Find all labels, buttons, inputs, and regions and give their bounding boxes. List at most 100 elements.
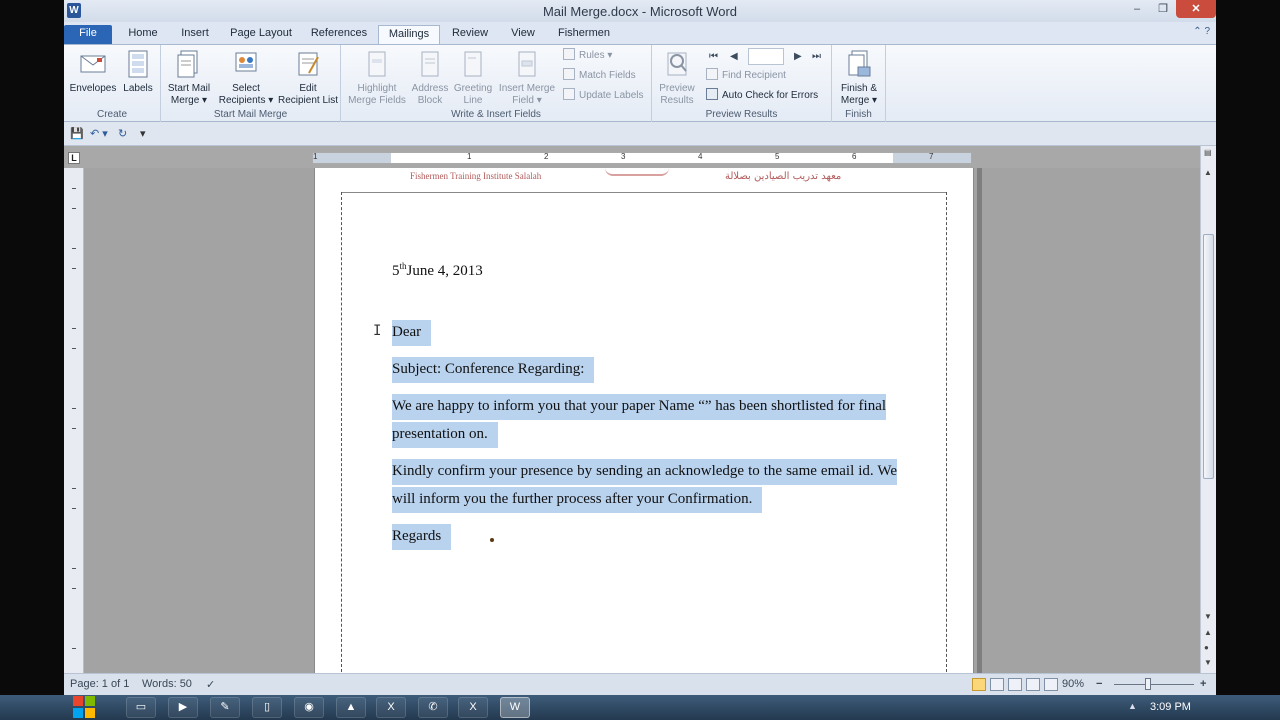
rules-button[interactable]: Rules ▾ (563, 47, 612, 65)
paragraph-dear[interactable]: Dear (392, 318, 432, 346)
group-write-insert-fields-label: Write & Insert Fields (451, 109, 541, 120)
excel-2-taskbar-icon[interactable]: X (458, 697, 488, 718)
vlc-taskbar-icon[interactable]: ▲ (336, 697, 366, 718)
minimize-button[interactable]: – (1124, 0, 1150, 18)
tab-home[interactable]: Home (120, 25, 166, 44)
excel-taskbar-icon[interactable]: X (376, 697, 406, 718)
document-page[interactable]: Fishermen Training Institute Salalah معه… (314, 168, 974, 673)
tab-mailings[interactable]: Mailings (378, 25, 440, 44)
finish-merge-button[interactable]: Finish & Merge ▾ (834, 49, 884, 107)
viber-taskbar-icon[interactable]: ✆ (418, 697, 448, 718)
tray-icons[interactable]: ▲ (1128, 701, 1137, 711)
match-fields-button[interactable]: Match Fields (563, 67, 636, 85)
group-start-mail-merge-label: Start Mail Merge (213, 109, 288, 120)
tab-page-layout[interactable]: Page Layout (224, 25, 298, 44)
previous-page-icon[interactable]: ▲ (1204, 628, 1212, 637)
paragraph-kindly[interactable]: Kindly confirm your presence by sending … (392, 457, 897, 513)
letter-date[interactable]: 5thJune 4, 2013 (392, 252, 483, 285)
tab-fishermen[interactable]: Fishermen (552, 25, 616, 44)
edit-recipient-list-icon (298, 52, 319, 76)
address-block-button[interactable]: Address Block (409, 49, 451, 107)
print-layout-view-icon[interactable] (972, 678, 986, 691)
scroll-thumb[interactable] (1203, 234, 1214, 479)
paragraph-subject[interactable]: Subject: Conference Regarding: (392, 355, 595, 383)
insert-merge-field-icon (518, 51, 536, 77)
finish-merge-line1: Finish & (840, 83, 878, 94)
zoom-slider-thumb[interactable] (1145, 678, 1151, 690)
save-icon[interactable]: 💾 (70, 127, 84, 140)
envelopes-button[interactable]: Envelopes (68, 49, 118, 95)
tab-file[interactable]: File (64, 25, 112, 44)
browse-object-icon[interactable]: ● (1204, 643, 1209, 652)
update-labels-button[interactable]: Update Labels (563, 87, 644, 105)
tab-review[interactable]: Review (446, 25, 494, 44)
ruler-tick (72, 408, 76, 409)
auto-check-errors-button[interactable]: Auto Check for Errors (706, 87, 818, 105)
horizontal-ruler[interactable]: 1 1 2 3 4 5 6 7 (312, 152, 972, 164)
record-number-input[interactable] (748, 48, 784, 65)
customize-qat-icon[interactable]: ▾ (140, 127, 146, 140)
tab-view[interactable]: View (500, 25, 546, 44)
first-record-icon[interactable]: ⏮ (709, 51, 718, 62)
edit-recipient-list-button[interactable]: Edit Recipient List (275, 49, 341, 107)
undo-icon[interactable]: ↶ ▾ (90, 127, 108, 140)
start-mail-merge-button[interactable]: Start Mail Merge ▾ (163, 49, 215, 107)
outline-view-icon[interactable] (1026, 678, 1040, 691)
zoom-slider-track[interactable] (1114, 684, 1194, 685)
taskbar-clock[interactable]: 3:09 PM (1150, 701, 1191, 713)
maximize-button[interactable]: ❐ (1150, 0, 1176, 18)
last-record-icon[interactable]: ⏭ (812, 51, 821, 62)
vertical-scrollbar[interactable]: ▤ ▲ ▼ ▲ ● ▼ (1200, 146, 1216, 673)
notepad-taskbar-icon[interactable]: ▯ (252, 697, 282, 718)
web-layout-view-icon[interactable] (1008, 678, 1022, 691)
tab-selector[interactable]: L (68, 152, 80, 164)
start-button[interactable] (70, 694, 106, 720)
scroll-up-icon[interactable]: ▲ (1204, 168, 1212, 177)
next-page-icon[interactable]: ▼ (1204, 658, 1212, 667)
full-screen-reading-view-icon[interactable] (990, 678, 1004, 691)
paragraph-happy[interactable]: We are happy to inform you that your pap… (392, 392, 897, 448)
vertical-ruler[interactable] (64, 168, 84, 673)
media-player-taskbar-icon[interactable]: ▶ (168, 697, 198, 718)
scroll-down-icon[interactable]: ▼ (1204, 612, 1212, 621)
word-count[interactable]: Words: 50 (142, 678, 192, 690)
windows-logo-yellow (85, 708, 95, 718)
highlight-merge-fields-button[interactable]: Highlight Merge Fields (345, 49, 409, 107)
insert-merge-field-button[interactable]: Insert Merge Field ▾ (495, 49, 559, 107)
windows-logo-green (85, 696, 95, 706)
zoom-level[interactable]: 90% (1062, 678, 1084, 690)
tab-references[interactable]: References (304, 25, 374, 44)
chrome-taskbar-icon[interactable]: ◉ (294, 697, 324, 718)
greeting-line-button[interactable]: Greeting Line (451, 49, 495, 107)
next-record-icon[interactable]: ▶ (794, 51, 802, 62)
ruler-tick (72, 248, 76, 249)
paint-taskbar-icon[interactable]: ✎ (210, 697, 240, 718)
help-icon[interactable]: ⌃ ? (1193, 26, 1210, 37)
zoom-out-icon[interactable]: − (1096, 678, 1102, 690)
document-area[interactable]: Fishermen Training Institute Salalah معه… (84, 168, 1200, 673)
labels-label: Labels (123, 83, 153, 94)
draft-view-icon[interactable] (1044, 678, 1058, 691)
ruler-number: 5 (775, 152, 780, 161)
proofing-icon[interactable]: ✓ (206, 678, 215, 691)
zoom-in-icon[interactable]: + (1200, 678, 1206, 690)
ruler-toggle-icon[interactable]: ▤ (1204, 148, 1212, 157)
select-recipients-button[interactable]: Select Recipients ▾ (215, 49, 277, 107)
redo-icon[interactable]: ↻ (118, 127, 127, 140)
group-preview-results-label: Preview Results (705, 109, 778, 120)
tab-insert[interactable]: Insert (172, 25, 218, 44)
page-count[interactable]: Page: 1 of 1 (70, 678, 129, 690)
explorer-taskbar-icon[interactable]: ▭ (126, 697, 156, 718)
edit-recipient-list-line2: Recipient List (277, 95, 339, 106)
preview-results-button[interactable]: Preview Results (654, 49, 700, 107)
word-taskbar-icon[interactable]: W (500, 697, 530, 718)
ruler-tick (72, 328, 76, 329)
header-logo (605, 168, 669, 176)
find-recipient-button[interactable]: Find Recipient (706, 67, 786, 85)
start-mail-merge-line2: Merge ▾ (170, 95, 208, 106)
labels-button[interactable]: Labels (120, 49, 156, 95)
preview-results-line1: Preview (659, 83, 695, 94)
close-button[interactable]: ✕ (1176, 0, 1216, 18)
paragraph-regards[interactable]: Regards (392, 522, 452, 550)
previous-record-icon[interactable]: ◀ (730, 51, 738, 62)
